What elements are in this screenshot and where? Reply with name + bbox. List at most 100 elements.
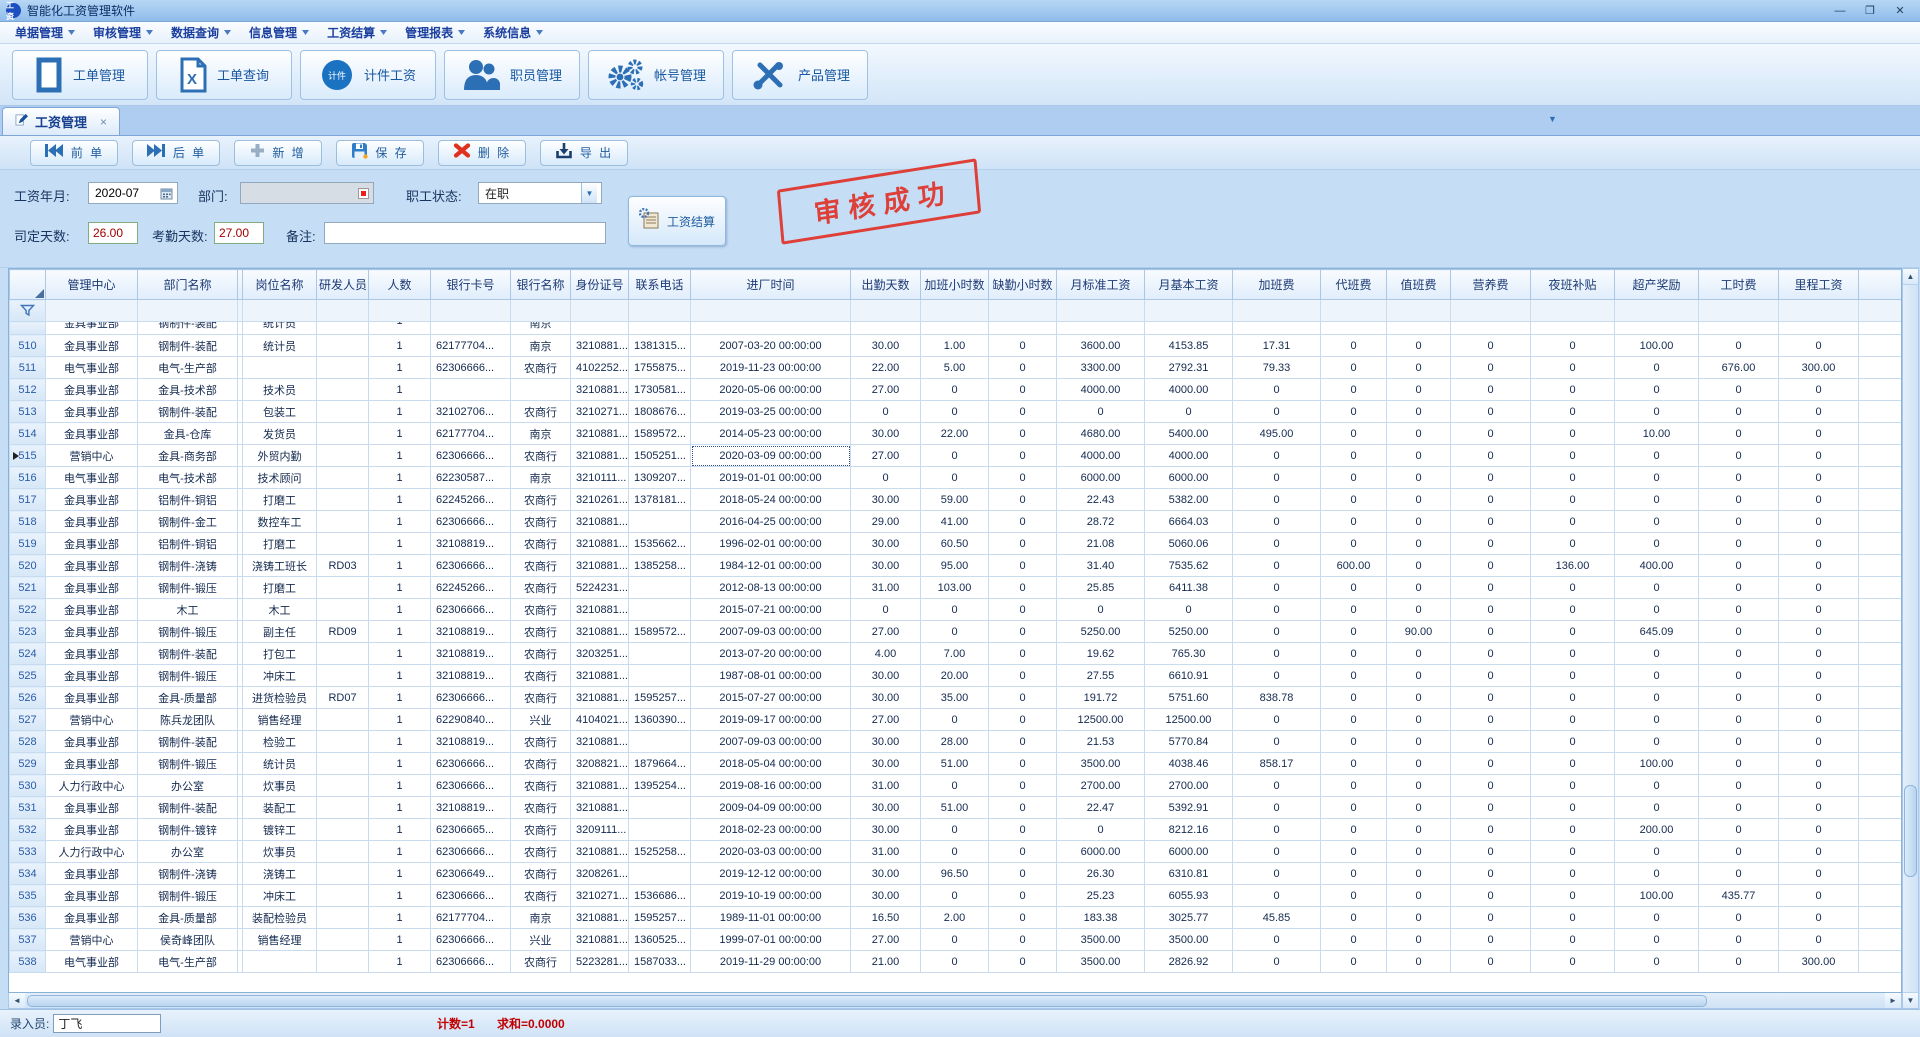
horizontal-scrollbar[interactable]: ◄ ► — [8, 993, 1902, 1009]
row-number[interactable]: 538 — [10, 951, 46, 973]
cell[interactable]: 0 — [1779, 709, 1859, 731]
cell[interactable]: 0 — [1699, 709, 1779, 731]
cell[interactable]: 22.00 — [851, 357, 921, 379]
column-header-17[interactable]: 代班费 — [1321, 270, 1387, 300]
cell[interactable]: 32108819... — [431, 731, 511, 753]
cell[interactable]: 0 — [1615, 775, 1699, 797]
cell[interactable]: 0 — [1233, 731, 1321, 753]
column-header-5[interactable]: 人数 — [369, 270, 431, 300]
cell[interactable]: 5223281... — [571, 951, 629, 973]
cell[interactable]: 0 — [1531, 885, 1615, 907]
cell[interactable]: 62306666... — [431, 599, 511, 621]
account-manage-button[interactable]: 帐号管理 — [588, 50, 724, 100]
cell[interactable]: RD07 — [317, 687, 369, 709]
column-header-20[interactable]: 夜班补贴 — [1531, 270, 1615, 300]
cell[interactable]: 农商行 — [511, 599, 571, 621]
cell[interactable]: 0 — [921, 841, 989, 863]
cell[interactable]: 打磨工 — [243, 577, 317, 599]
cell[interactable] — [317, 951, 369, 973]
column-header-12[interactable]: 加班小时数 — [921, 270, 989, 300]
cell[interactable]: 钢制件-锻压 — [138, 577, 238, 599]
cell[interactable]: 5224231... — [571, 577, 629, 599]
cell[interactable]: 副主任 — [243, 621, 317, 643]
cell[interactable]: 62177704... — [431, 423, 511, 445]
cell[interactable]: 1 — [369, 687, 431, 709]
row-number[interactable]: 531 — [10, 797, 46, 819]
cell[interactable]: 32108819... — [431, 797, 511, 819]
cell[interactable]: 1808676... — [629, 401, 691, 423]
cell[interactable]: 0 — [989, 951, 1057, 973]
cell[interactable]: 0 — [921, 819, 989, 841]
cell[interactable]: 0 — [1531, 599, 1615, 621]
row-number[interactable]: 513 — [10, 401, 46, 423]
filter-cell[interactable] — [851, 300, 921, 322]
cell[interactable]: 电气-技术部 — [138, 467, 238, 489]
cell[interactable]: 0 — [1779, 775, 1859, 797]
cell[interactable]: 3210111... — [571, 467, 629, 489]
cell[interactable]: 0 — [1233, 599, 1321, 621]
cell[interactable]: 31.00 — [851, 775, 921, 797]
column-header-23[interactable]: 里程工资 — [1779, 270, 1859, 300]
cell[interactable]: 农商行 — [511, 445, 571, 467]
cell[interactable]: 办公室 — [138, 841, 238, 863]
row-number[interactable]: 535 — [10, 885, 46, 907]
cell[interactable]: 0 — [989, 709, 1057, 731]
cell[interactable] — [1859, 489, 1903, 511]
filter-cell[interactable] — [1531, 300, 1615, 322]
cell[interactable]: 0 — [1699, 951, 1779, 973]
cell[interactable]: 0 — [1779, 335, 1859, 357]
cell[interactable]: 1 — [369, 445, 431, 467]
cell[interactable]: 22.00 — [921, 423, 989, 445]
cell[interactable]: 0 — [1699, 379, 1779, 401]
row-number[interactable]: 532 — [10, 819, 46, 841]
cell[interactable] — [1859, 401, 1903, 423]
column-header-16[interactable]: 加班费 — [1233, 270, 1321, 300]
cell[interactable]: 金具事业部 — [46, 907, 138, 929]
cell[interactable]: 3210881... — [571, 621, 629, 643]
cell[interactable]: 电气事业部 — [46, 357, 138, 379]
cell[interactable]: 17.31 — [1233, 335, 1321, 357]
cell[interactable]: 1589572... — [629, 621, 691, 643]
cell[interactable]: 25.23 — [1057, 885, 1145, 907]
cell[interactable] — [1859, 885, 1903, 907]
cell[interactable]: 16.50 — [851, 907, 921, 929]
chevron-down-icon[interactable]: ▼ — [581, 183, 597, 203]
cell[interactable]: 2019-12-12 00:00:00 — [691, 863, 851, 885]
cell[interactable]: 0 — [1321, 467, 1387, 489]
cell[interactable]: 钢制件-锻压 — [138, 885, 238, 907]
cell[interactable]: 30.00 — [851, 335, 921, 357]
cell[interactable]: 6610.91 — [1145, 665, 1233, 687]
cell[interactable]: 0 — [1531, 687, 1615, 709]
export-record-button[interactable]: 导 出 — [540, 140, 628, 166]
cell[interactable]: 0 — [1057, 819, 1145, 841]
column-header-15[interactable]: 月基本工资 — [1145, 270, 1233, 300]
cell[interactable]: 2014-05-23 00:00:00 — [691, 423, 851, 445]
cell[interactable] — [629, 797, 691, 819]
cell[interactable]: 0 — [1531, 445, 1615, 467]
cell[interactable]: 0 — [1531, 643, 1615, 665]
cell[interactable] — [1859, 643, 1903, 665]
cell[interactable]: 钢制件-装配 — [138, 322, 238, 335]
cell[interactable]: 0 — [1321, 335, 1387, 357]
cell[interactable]: 0 — [1387, 577, 1451, 599]
cell[interactable]: 金具事业部 — [46, 687, 138, 709]
cell[interactable]: 0 — [1451, 687, 1531, 709]
cell[interactable]: 0 — [1387, 907, 1451, 929]
cell[interactable] — [317, 731, 369, 753]
cell[interactable]: 0 — [1699, 423, 1779, 445]
cell[interactable]: 0 — [1779, 511, 1859, 533]
cell[interactable]: 30.00 — [851, 533, 921, 555]
cell[interactable]: 农商行 — [511, 511, 571, 533]
cell[interactable]: 2020-03-09 00:00:00 — [691, 445, 851, 467]
cell[interactable]: 0 — [1451, 599, 1531, 621]
menu-item-audit-manage[interactable]: 审核管理 — [84, 22, 162, 43]
filter-cell[interactable] — [571, 300, 629, 322]
cell[interactable]: 0 — [1699, 489, 1779, 511]
cell[interactable]: 6310.81 — [1145, 863, 1233, 885]
cell[interactable]: 3208261... — [571, 863, 629, 885]
cell[interactable]: 4102252... — [571, 357, 629, 379]
column-header-3[interactable]: 岗位名称 — [243, 270, 317, 300]
add-record-button[interactable]: 新 增 — [234, 140, 322, 166]
cell[interactable]: 28.72 — [1057, 511, 1145, 533]
cell[interactable]: 1 — [369, 929, 431, 951]
